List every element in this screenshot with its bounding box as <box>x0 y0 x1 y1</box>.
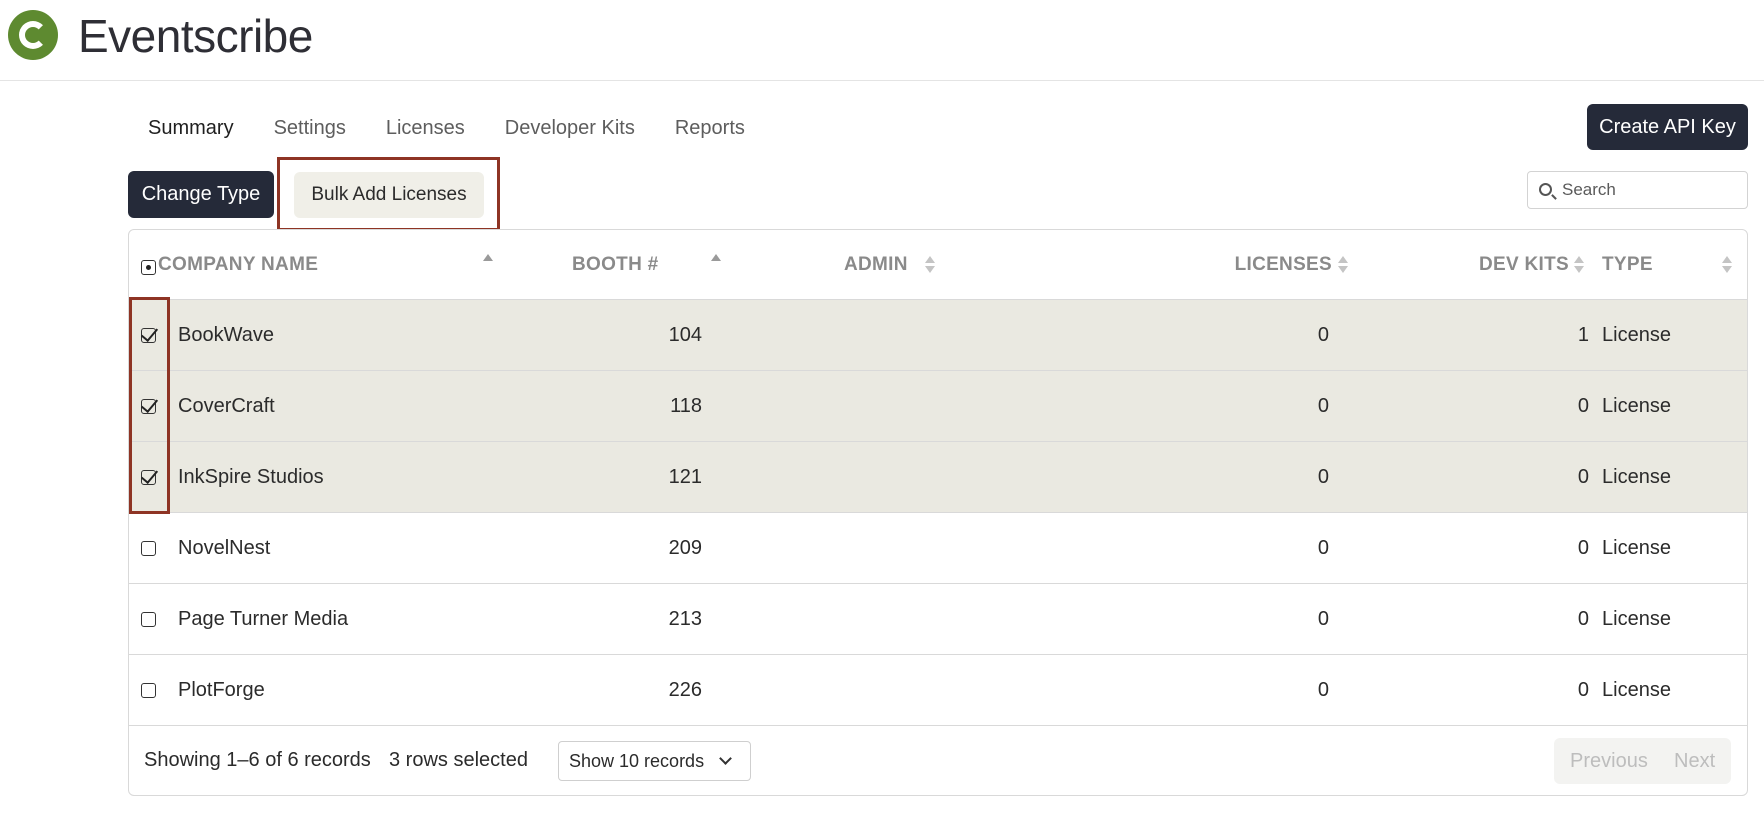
eventscribe-logo-icon <box>8 10 58 60</box>
sort-icon-admin[interactable] <box>925 256 935 274</box>
row-checkbox[interactable] <box>141 683 156 698</box>
type-cell: License <box>1602 395 1671 417</box>
tab-settings[interactable]: Settings <box>274 110 346 146</box>
search-icon <box>1539 183 1552 196</box>
booth-cell: 226 <box>668 679 702 701</box>
nav-tabs: Summary Settings Licenses Developer Kits… <box>148 110 745 146</box>
sort-icon-type[interactable] <box>1722 256 1732 274</box>
type-cell: License <box>1602 466 1671 488</box>
table-row[interactable]: BookWave 104 0 1 License <box>129 300 1747 371</box>
licenses-cell: 0 <box>1317 608 1329 630</box>
tab-summary[interactable]: Summary <box>148 110 234 146</box>
row-checkbox[interactable] <box>141 470 156 485</box>
tab-developer-kits[interactable]: Developer Kits <box>505 110 635 146</box>
sort-icon-booth[interactable] <box>711 254 721 272</box>
dev-kits-cell: 1 <box>1577 324 1589 346</box>
column-header-admin[interactable]: ADMIN <box>844 230 908 300</box>
row-checkbox[interactable] <box>141 328 156 343</box>
chevron-down-icon <box>719 752 732 765</box>
booth-cell: 118 <box>670 395 702 417</box>
type-cell: License <box>1602 537 1671 559</box>
column-header-dev-kits[interactable]: DEV KITS <box>1399 230 1569 300</box>
booth-cell: 213 <box>668 608 702 630</box>
table-row[interactable]: PlotForge 226 0 0 License <box>129 655 1747 726</box>
table-row[interactable]: CoverCraft 118 0 0 License <box>129 371 1747 442</box>
dev-kits-cell: 0 <box>1577 679 1589 701</box>
booth-cell: 209 <box>668 537 702 559</box>
change-type-button[interactable]: Change Type <box>128 171 274 218</box>
company-name-cell: Page Turner Media <box>178 608 349 630</box>
records-count-text: Showing 1–6 of 6 records <box>144 749 371 771</box>
licenses-cell: 0 <box>1317 466 1329 488</box>
dev-kits-cell: 0 <box>1577 466 1589 488</box>
row-checkbox[interactable] <box>141 612 156 627</box>
company-name-cell: BookWave <box>178 324 274 346</box>
dev-kits-cell: 0 <box>1577 395 1589 417</box>
booth-cell: 104 <box>668 324 702 346</box>
sort-icon-company-name[interactable] <box>483 254 493 272</box>
next-button[interactable]: Next <box>1674 750 1715 773</box>
type-cell: License <box>1602 324 1671 346</box>
dev-kits-cell: 0 <box>1577 537 1589 559</box>
tab-licenses[interactable]: Licenses <box>386 110 465 146</box>
column-header-booth[interactable]: BOOTH # <box>572 230 659 300</box>
select-all-checkbox[interactable] <box>141 260 156 275</box>
table-row[interactable]: Page Turner Media 213 0 0 License <box>129 584 1747 655</box>
page-size-value: Show 10 records <box>569 751 705 771</box>
company-name-cell: InkSpire Studios <box>178 466 324 488</box>
top-bar: Eventscribe <box>0 0 1764 81</box>
row-checkbox[interactable] <box>141 541 156 556</box>
search-input[interactable] <box>1562 172 1742 208</box>
search-box <box>1527 171 1748 209</box>
company-name-cell: PlotForge <box>178 679 265 701</box>
page-size-select[interactable]: Show 10 records <box>558 741 751 781</box>
sort-icon-licenses[interactable] <box>1338 256 1348 274</box>
company-name-cell: NovelNest <box>178 537 271 559</box>
licenses-cell: 0 <box>1317 395 1329 417</box>
pagination: Previous Next <box>1554 738 1731 784</box>
dev-kits-cell: 0 <box>1577 608 1589 630</box>
create-api-key-button[interactable]: Create API Key <box>1587 104 1748 150</box>
licenses-cell: 0 <box>1317 537 1329 559</box>
licenses-cell: 0 <box>1317 324 1329 346</box>
previous-button[interactable]: Previous <box>1570 750 1648 773</box>
table-row[interactable]: InkSpire Studios 121 0 0 License <box>129 442 1747 513</box>
column-header-type[interactable]: TYPE <box>1577 230 1727 300</box>
app-title: Eventscribe <box>78 10 313 62</box>
row-checkbox[interactable] <box>141 399 156 414</box>
column-header-company-name[interactable]: COMPANY NAME <box>158 230 318 300</box>
type-cell: License <box>1602 679 1671 701</box>
company-name-cell: CoverCraft <box>178 395 275 417</box>
booth-cell: 121 <box>668 466 702 488</box>
column-header-licenses[interactable]: LICENSES <box>1186 230 1332 300</box>
table-footer: Showing 1–6 of 6 records 3 rows selected… <box>129 725 1747 795</box>
table-header: COMPANY NAME BOOTH # ADMIN LICENSES DEV … <box>129 230 1747 300</box>
type-cell: License <box>1602 608 1671 630</box>
rows-selected-text: 3 rows selected <box>389 749 528 771</box>
companies-table: COMPANY NAME BOOTH # ADMIN LICENSES DEV … <box>128 229 1748 796</box>
table-row[interactable]: NovelNest 209 0 0 License <box>129 513 1747 584</box>
bulk-add-licenses-button[interactable]: Bulk Add Licenses <box>294 172 484 218</box>
tab-reports[interactable]: Reports <box>675 110 745 146</box>
licenses-cell: 0 <box>1317 679 1329 701</box>
